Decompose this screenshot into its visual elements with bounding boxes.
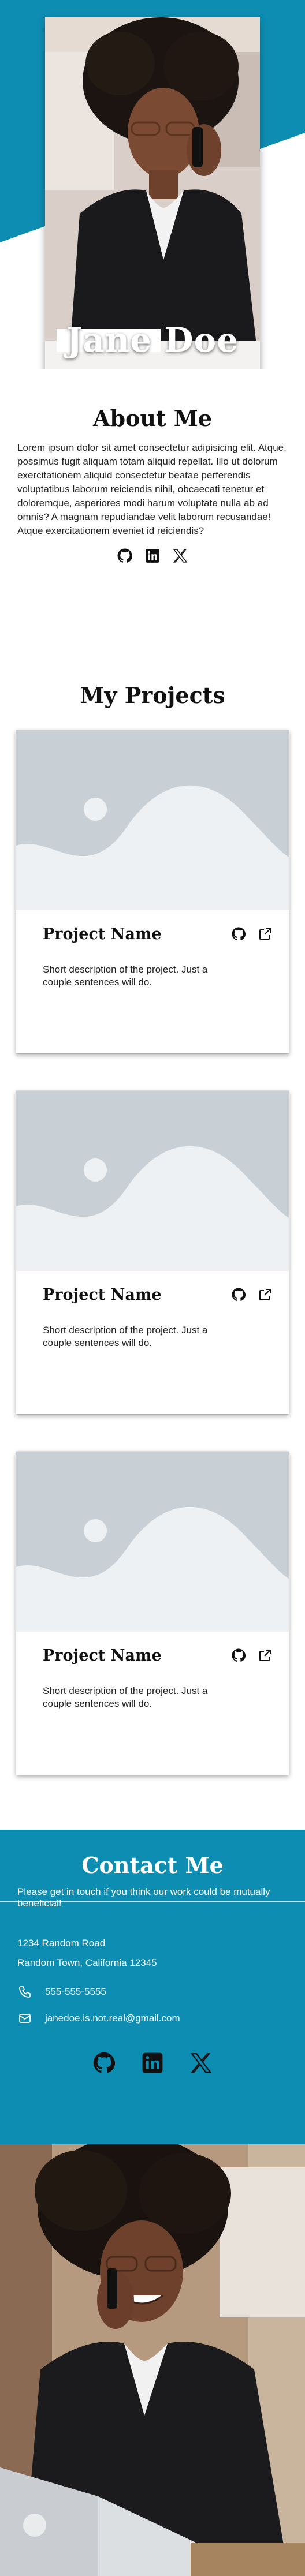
external-link-icon[interactable] [258, 1648, 273, 1663]
footer-photo [0, 2144, 305, 2576]
github-icon[interactable] [91, 2050, 117, 2076]
project-placeholder-image [16, 1091, 289, 1271]
contact-title: Contact Me [81, 1852, 224, 1878]
contact-phone[interactable]: 555-555-5555 [17, 1981, 288, 2003]
address-line: 1234 Random Road [17, 1938, 106, 1949]
email-address: janedoe.is.not.real@gmail.com [45, 2013, 180, 2024]
project-placeholder-image [16, 1452, 289, 1632]
projects-section: My Projects [0, 681, 305, 710]
about-title: About Me [92, 405, 213, 431]
github-icon[interactable] [116, 547, 133, 564]
hero-photo [45, 17, 260, 369]
project-links [231, 1287, 273, 1302]
linkedin-icon[interactable] [144, 547, 161, 564]
project-title: Project Name [43, 1285, 162, 1304]
project-card[interactable]: Project Name Short description of the pr… [16, 1452, 289, 1775]
linkedin-icon[interactable] [140, 2050, 165, 2076]
about-social-links [0, 547, 305, 564]
project-card-header: Project Name [16, 910, 289, 958]
github-icon[interactable] [231, 1287, 246, 1302]
external-link-icon[interactable] [258, 1287, 273, 1302]
mail-icon [17, 2011, 32, 2026]
hero-name: Jane Doe [66, 320, 239, 360]
projects-title: My Projects [80, 682, 225, 708]
project-placeholder-image [16, 730, 289, 910]
contact-section: Contact Me Please get in touch if you th… [0, 1830, 305, 2144]
project-title: Project Name [43, 1646, 162, 1665]
phone-icon [17, 1984, 32, 1999]
external-link-icon[interactable] [258, 926, 273, 941]
hero-section: Jane Doe [0, 0, 305, 369]
phone-number: 555-555-5555 [45, 1986, 106, 1997]
contact-email[interactable]: janedoe.is.not.real@gmail.com [17, 2007, 288, 2029]
project-description: Short description of the project. Just a… [43, 1685, 208, 1709]
project-links [231, 1648, 273, 1663]
project-description: Short description of the project. Just a… [43, 964, 208, 988]
about-section: About Me Lorem ipsum dolor sit amet cons… [0, 404, 305, 564]
x-icon[interactable] [172, 547, 189, 564]
contact-social-links [0, 2050, 305, 2076]
project-links [231, 926, 273, 941]
project-title: Project Name [43, 925, 162, 943]
project-card[interactable]: Project Name Short description of the pr… [16, 1091, 289, 1414]
contact-divider [0, 1901, 305, 1902]
project-card-header: Project Name [16, 1632, 289, 1679]
github-icon[interactable] [231, 926, 246, 941]
x-icon[interactable] [188, 2050, 214, 2076]
project-card-header: Project Name [16, 1271, 289, 1318]
github-icon[interactable] [231, 1648, 246, 1663]
contact-subtitle: Please get in touch if you think our wor… [17, 1886, 270, 1909]
project-description: Short description of the project. Just a… [43, 1325, 208, 1348]
address-line: Random Town, California 12345 [17, 1957, 157, 1968]
project-card[interactable]: Project Name Short description of the pr… [16, 730, 289, 1053]
about-text: Lorem ipsum dolor sit amet consectetur a… [17, 442, 287, 536]
contact-address: 1234 Random Road Random Town, California… [17, 1934, 288, 1973]
